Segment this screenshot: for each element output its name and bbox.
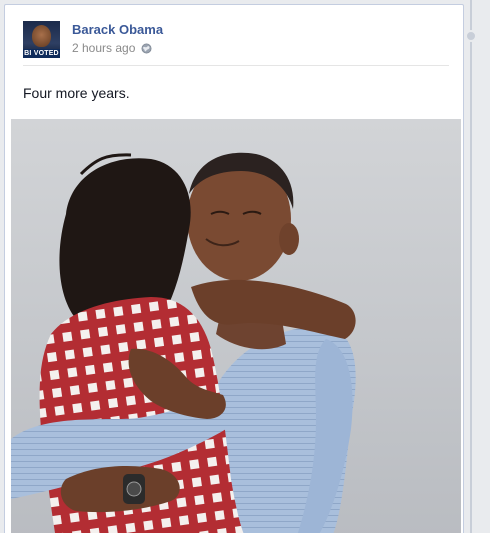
post-text: Four more years. <box>23 85 130 101</box>
post-card: BI VOTED Barack Obama 2 hours ago Four m… <box>4 4 464 533</box>
timeline-dot <box>465 30 477 42</box>
author-name-link[interactable]: Barack Obama <box>72 22 163 37</box>
header-divider <box>23 65 449 66</box>
post-photo[interactable] <box>11 119 461 533</box>
photo-illustration <box>11 119 461 533</box>
post-meta: 2 hours ago <box>72 41 152 55</box>
avatar-badge: BI VOTED <box>23 49 60 58</box>
post-header: BI VOTED Barack Obama 2 hours ago <box>23 21 453 63</box>
page: BI VOTED Barack Obama 2 hours ago Four m… <box>0 0 490 533</box>
globe-icon[interactable] <box>141 43 152 54</box>
timeline-line <box>470 0 472 533</box>
avatar[interactable]: BI VOTED <box>23 21 60 58</box>
avatar-face <box>32 25 51 47</box>
post-timestamp-link[interactable]: 2 hours ago <box>72 41 135 55</box>
